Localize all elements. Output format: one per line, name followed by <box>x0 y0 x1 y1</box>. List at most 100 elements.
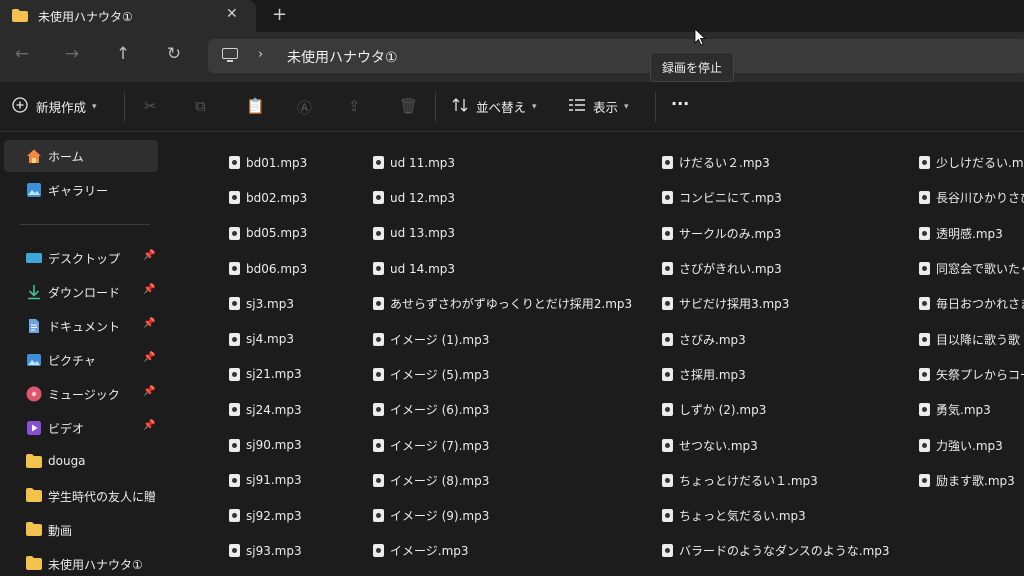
delete-icon[interactable]: 🗑 <box>399 97 418 115</box>
file-item[interactable]: ちょっとけだるい１.mp3 <box>662 463 912 498</box>
command-bar: 新規作成 ▾ ✂ ⧉ 📋 Ⓐ ⇪ 🗑 並べ替え ▾ 表示 ▾ ··· <box>0 82 1024 132</box>
view-button[interactable]: 表示 ▾ <box>569 97 629 116</box>
plus-circle-icon <box>12 97 28 116</box>
pin-icon[interactable]: 📌 <box>143 250 155 261</box>
rename-icon[interactable]: Ⓐ <box>297 97 312 118</box>
sidebar-item[interactable]: ギャラリー <box>0 174 160 206</box>
file-item[interactable]: 目以降に歌う歌 <box>919 321 1024 356</box>
breadcrumb[interactable]: 未使用ハナウタ① <box>287 47 398 67</box>
file-item[interactable]: ud 14.mp3 <box>373 251 658 286</box>
audio-file-icon <box>373 544 384 558</box>
refresh-button[interactable]: ↻ <box>162 44 186 64</box>
file-item[interactable]: イメージ (5).mp3 <box>373 357 658 392</box>
download-icon <box>26 284 42 300</box>
file-item[interactable]: bd01.mp3 <box>229 145 369 180</box>
file-item[interactable]: ちょっと気だるい.mp3 <box>662 498 912 533</box>
pin-icon[interactable]: 📌 <box>143 352 155 363</box>
pictures-icon <box>26 352 42 368</box>
sidebar-item[interactable]: デスクトップ 📌 <box>0 242 160 274</box>
up-button[interactable]: ↑ <box>111 44 135 64</box>
sort-button[interactable]: 並べ替え ▾ <box>452 97 537 116</box>
file-item[interactable]: 励ます歌.mp3 <box>919 463 1024 498</box>
paste-icon[interactable]: 📋 <box>246 97 265 115</box>
file-item[interactable]: sj90.mp3 <box>229 427 369 462</box>
file-item[interactable]: バラードのようなダンスのような.mp3 <box>662 533 912 568</box>
sidebar-item[interactable]: 学生時代の友人に贈 <box>0 480 160 512</box>
folder-icon <box>26 454 42 470</box>
sidebar-item[interactable]: 未使用ハナウタ① <box>0 548 160 576</box>
file-item[interactable]: sj24.mp3 <box>229 392 369 427</box>
file-item[interactable]: サークルのみ.mp3 <box>662 216 912 251</box>
share-icon[interactable]: ⇪ <box>348 97 361 115</box>
file-item[interactable]: ud 13.mp3 <box>373 216 658 251</box>
cut-icon[interactable]: ✂ <box>144 97 157 115</box>
file-item[interactable]: sj91.mp3 <box>229 463 369 498</box>
file-item[interactable]: さ採用.mp3 <box>662 357 912 392</box>
file-item[interactable]: bd05.mp3 <box>229 216 369 251</box>
new-button[interactable]: 新規作成 ▾ <box>12 97 97 116</box>
file-item[interactable]: sj93.mp3 <box>229 533 369 568</box>
close-tab-icon[interactable]: ✕ <box>226 6 238 22</box>
file-item[interactable]: イメージ.mp3 <box>373 533 658 568</box>
file-item[interactable]: しずか (2).mp3 <box>662 392 912 427</box>
pin-icon[interactable]: 📌 <box>143 386 155 397</box>
file-item[interactable]: サビだけ採用3.mp3 <box>662 286 912 321</box>
file-name: イメージ (8).mp3 <box>390 473 490 488</box>
chevron-right-icon[interactable]: › <box>258 47 263 62</box>
sidebar-item[interactable]: douga <box>0 446 160 478</box>
file-item[interactable]: イメージ (9).mp3 <box>373 498 658 533</box>
file-item[interactable]: あせらずさわがずゆっくりとだけ採用2.mp3 <box>373 286 658 321</box>
sidebar-item[interactable]: ピクチャ 📌 <box>0 344 160 376</box>
file-item[interactable]: けだるい２.mp3 <box>662 145 912 180</box>
audio-file-icon <box>919 367 930 381</box>
file-item[interactable]: sj92.mp3 <box>229 498 369 533</box>
file-item[interactable]: 勇気.mp3 <box>919 392 1024 427</box>
file-item[interactable]: さびがきれい.mp3 <box>662 251 912 286</box>
file-item[interactable]: イメージ (7).mp3 <box>373 427 658 462</box>
file-name: ちょっとけだるい１.mp3 <box>679 473 818 488</box>
file-item[interactable]: bd02.mp3 <box>229 180 369 215</box>
file-name: サークルのみ.mp3 <box>679 226 782 241</box>
back-button[interactable]: ← <box>10 44 34 64</box>
active-tab[interactable]: 未使用ハナウタ① ✕ <box>0 0 256 32</box>
audio-file-icon <box>919 332 930 346</box>
pin-icon[interactable]: 📌 <box>143 318 155 329</box>
file-item[interactable]: 毎日おつかれさま <box>919 286 1024 321</box>
file-item[interactable]: sj3.mp3 <box>229 286 369 321</box>
sidebar-item[interactable]: ドキュメント 📌 <box>0 310 160 342</box>
sidebar-item[interactable]: ホーム <box>4 140 158 172</box>
file-item[interactable]: 矢祭プレからコーラ <box>919 357 1024 392</box>
sidebar-item[interactable]: 動画 <box>0 514 160 546</box>
audio-file-icon <box>229 191 240 205</box>
file-item[interactable]: イメージ (6).mp3 <box>373 392 658 427</box>
file-item[interactable]: 同窓会で歌いたく <box>919 251 1024 286</box>
file-item[interactable]: せつない.mp3 <box>662 427 912 462</box>
pin-icon[interactable]: 📌 <box>143 420 155 431</box>
new-tab-button[interactable]: + <box>272 4 287 25</box>
file-item[interactable]: イメージ (8).mp3 <box>373 463 658 498</box>
sidebar-item[interactable]: ダウンロード 📌 <box>0 276 160 308</box>
file-item[interactable]: 少しけだるい.m4a <box>919 145 1024 180</box>
pin-icon[interactable]: 📌 <box>143 284 155 295</box>
gallery-icon <box>26 182 42 198</box>
file-item[interactable]: sj4.mp3 <box>229 321 369 356</box>
file-item[interactable]: さびみ.mp3 <box>662 321 912 356</box>
file-item[interactable]: sj21.mp3 <box>229 357 369 392</box>
sidebar-item[interactable]: ビデオ 📌 <box>0 412 160 444</box>
file-item[interactable]: イメージ (1).mp3 <box>373 321 658 356</box>
file-item[interactable]: 力強い.mp3 <box>919 427 1024 462</box>
file-name: bd06.mp3 <box>246 261 308 276</box>
file-item[interactable]: bd06.mp3 <box>229 251 369 286</box>
file-name: 同窓会で歌いたく <box>936 262 1024 277</box>
file-item[interactable]: 透明感.mp3 <box>919 216 1024 251</box>
more-options-button[interactable]: ··· <box>671 94 689 113</box>
file-item[interactable]: コンビニにて.mp3 <box>662 180 912 215</box>
file-name: ud 14.mp3 <box>390 261 456 276</box>
file-item[interactable]: ud 11.mp3 <box>373 145 658 180</box>
sidebar-item[interactable]: ミュージック 📌 <box>0 378 160 410</box>
file-item[interactable]: ud 12.mp3 <box>373 180 658 215</box>
copy-icon[interactable]: ⧉ <box>195 97 206 115</box>
file-item[interactable]: 長谷川ひかりさび <box>919 180 1024 215</box>
forward-button[interactable]: → <box>60 44 84 64</box>
address-bar[interactable]: › 未使用ハナウタ① <box>208 39 1024 73</box>
